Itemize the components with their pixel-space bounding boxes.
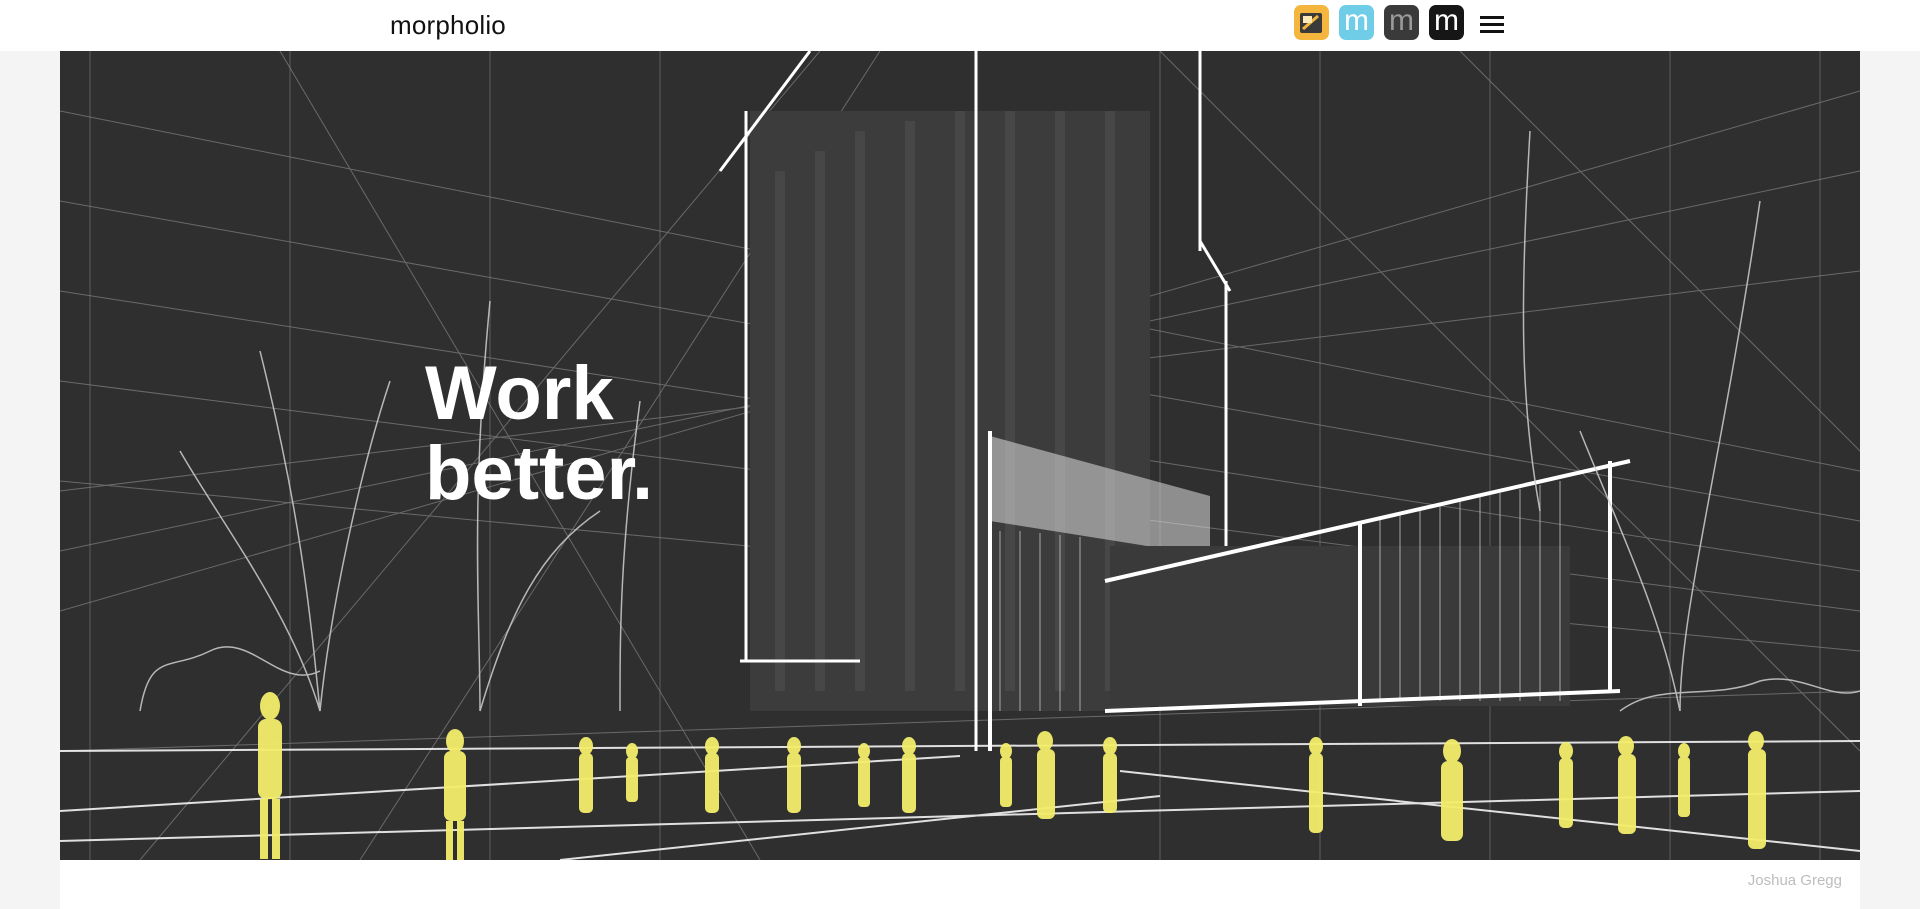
m-app-icon-blue[interactable]: m xyxy=(1339,5,1374,40)
m-app-icon-gray[interactable]: m xyxy=(1384,5,1419,40)
content-area: Joshua Gregg xyxy=(60,860,1860,909)
brand-logo[interactable]: morpholio xyxy=(390,10,506,41)
m-glyph: m xyxy=(1434,3,1459,37)
app-icons: m m m xyxy=(1294,5,1464,40)
hamburger-menu-icon[interactable] xyxy=(1480,12,1504,36)
m-app-icon-black[interactable]: m xyxy=(1429,5,1464,40)
headline-line-2: better. xyxy=(425,431,654,516)
trace-app-icon[interactable] xyxy=(1294,5,1329,40)
top-navbar: morpholio m m m xyxy=(0,0,1920,51)
hero-headline: Work better. xyxy=(425,354,653,514)
hero-banner: Work better. xyxy=(60,51,1860,860)
headline-line-1: Work xyxy=(425,351,614,436)
image-credit: Joshua Gregg xyxy=(1747,872,1842,889)
trace-glyph-icon xyxy=(1300,13,1322,33)
m-glyph: m xyxy=(1344,3,1369,37)
architectural-sketch-image xyxy=(60,51,1860,860)
m-glyph: m xyxy=(1389,3,1414,37)
